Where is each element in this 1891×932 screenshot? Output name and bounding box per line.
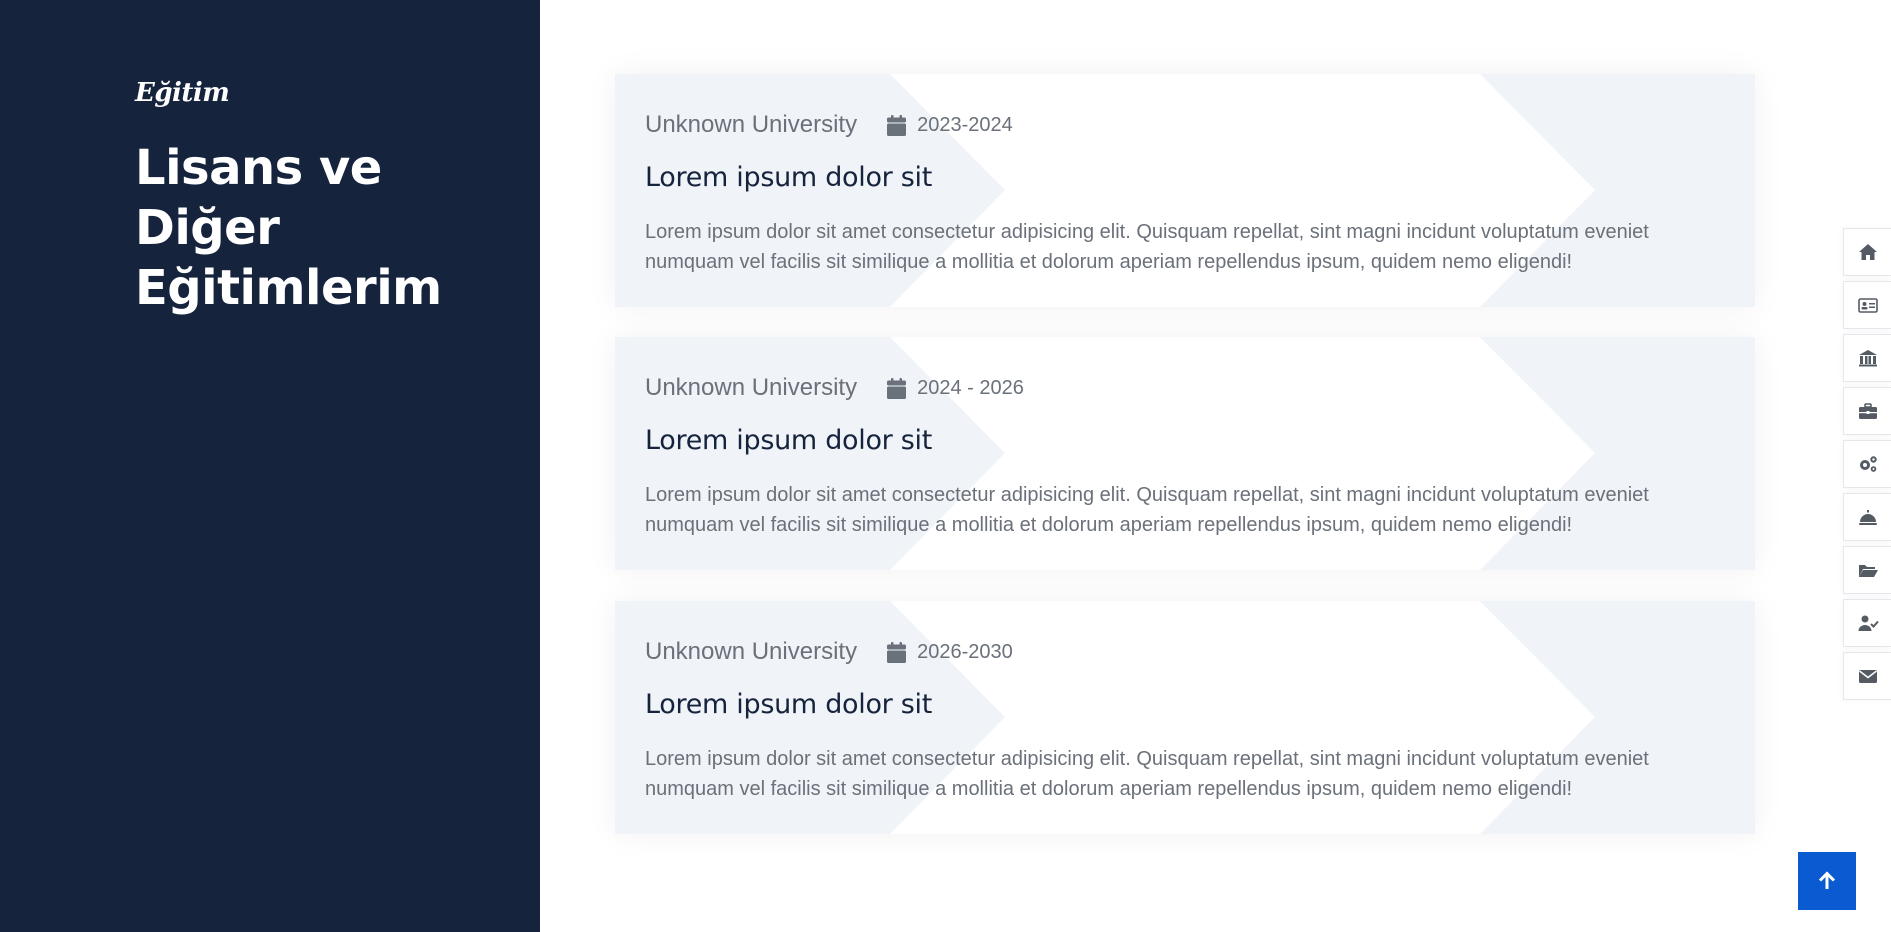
section-sidebar: Eğitim Lisans ve Diğer Eğitimlerim: [0, 0, 540, 932]
education-card-meta: Unknown University 2023-2024: [645, 108, 1013, 142]
calendar-icon: [887, 377, 907, 399]
education-card-meta: Unknown University 2026-2030: [645, 635, 1013, 669]
education-card-description: Lorem ipsum dolor sit amet consectetur a…: [645, 484, 1649, 536]
envelope-icon: [1858, 670, 1877, 683]
gears-icon: [1859, 456, 1877, 472]
section-title: Lisans ve Diğer Eğitimlerim: [135, 140, 442, 316]
education-card-meta: Unknown University 2024 - 2026: [645, 371, 1024, 405]
university-name: Unknown University: [645, 638, 858, 665]
page: Eğitim Lisans ve Diğer Eğitimlerim Unkno…: [0, 0, 1891, 932]
education-date: 2024 - 2026: [887, 377, 1024, 400]
side-nav-skills[interactable]: [1843, 440, 1891, 488]
side-nav-contact[interactable]: [1843, 652, 1891, 700]
education-date-text: 2023-2024: [917, 113, 1013, 136]
education-card: Unknown University 2024 - 2026 Lorem ips…: [615, 337, 1755, 570]
folder-open-icon: [1858, 565, 1878, 577]
side-nav-education[interactable]: [1843, 334, 1891, 382]
side-nav-portfolio[interactable]: [1843, 546, 1891, 594]
education-card-description: Lorem ipsum dolor sit amet consectetur a…: [645, 748, 1649, 800]
university-icon: [1858, 350, 1877, 367]
service-bell-icon: [1858, 510, 1877, 525]
education-card-content: Unknown University 2026-2030 Lorem ipsum…: [645, 601, 1735, 834]
education-date-text: 2024 - 2026: [917, 376, 1024, 399]
education-card: Unknown University 2023-2024 Lorem ipsum…: [615, 74, 1755, 307]
education-date: 2026-2030: [887, 641, 1013, 664]
education-card: Unknown University 2026-2030 Lorem ipsum…: [615, 601, 1755, 834]
id-card-icon: [1857, 298, 1878, 313]
calendar-icon: [887, 114, 907, 136]
section-label: Eğitim: [135, 78, 230, 108]
education-date: 2023-2024: [887, 114, 1013, 137]
education-card-title: Lorem ipsum dolor sit: [645, 689, 933, 720]
education-card-description: Lorem ipsum dolor sit amet consectetur a…: [645, 221, 1649, 273]
side-nav-references[interactable]: [1843, 599, 1891, 647]
arrow-up-icon: [1818, 871, 1836, 889]
home-icon: [1858, 244, 1877, 260]
education-date-text: 2026-2030: [917, 640, 1013, 663]
briefcase-icon: [1858, 403, 1877, 419]
user-check-icon: [1858, 615, 1879, 631]
education-card-title: Lorem ipsum dolor sit: [645, 162, 933, 193]
side-nav-about[interactable]: [1843, 281, 1891, 329]
side-nav-home[interactable]: [1843, 228, 1891, 276]
education-list: Unknown University 2023-2024 Lorem ipsum…: [540, 0, 1840, 932]
side-nav-services[interactable]: [1843, 493, 1891, 541]
calendar-icon: [887, 641, 907, 663]
side-navigation: [1843, 228, 1891, 705]
university-name: Unknown University: [645, 111, 858, 138]
back-to-top-button[interactable]: [1798, 852, 1856, 910]
education-card-content: Unknown University 2023-2024 Lorem ipsum…: [645, 74, 1735, 307]
side-nav-experience[interactable]: [1843, 387, 1891, 435]
education-card-content: Unknown University 2024 - 2026 Lorem ips…: [645, 337, 1735, 570]
university-name: Unknown University: [645, 374, 858, 401]
education-card-title: Lorem ipsum dolor sit: [645, 425, 933, 456]
